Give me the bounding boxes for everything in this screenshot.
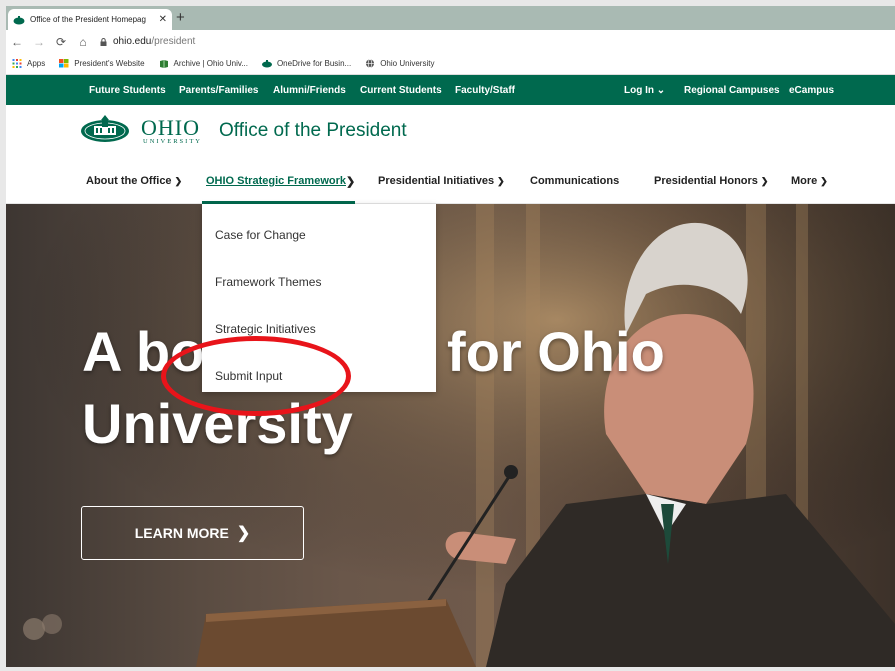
browser-tab[interactable]: Office of the President Homepag ✕ xyxy=(8,9,172,30)
dropdown-item-strategic-initiatives[interactable]: Strategic Initiatives xyxy=(215,322,316,336)
chevron-down-icon: ❯ xyxy=(497,176,505,186)
dropdown-item-framework-themes[interactable]: Framework Themes xyxy=(215,275,321,289)
ohio-seal-icon xyxy=(261,60,272,68)
dropdown-item-case-for-change[interactable]: Case for Change xyxy=(215,228,306,242)
annotation-highlight-ellipse xyxy=(161,336,351,416)
browser-window: Office of the President Homepag ✕ + ← → … xyxy=(6,6,895,667)
learn-more-label: LEARN MORE xyxy=(134,525,229,541)
tab-close-icon[interactable]: ✕ xyxy=(159,14,167,25)
site-title[interactable]: Office of the President xyxy=(219,120,407,142)
chevron-down-icon: ❯ xyxy=(760,176,769,186)
bookmark-label: Apps xyxy=(27,59,46,68)
tab-title: Office of the President Homepag xyxy=(30,15,146,24)
nav-label: About the Office xyxy=(86,175,172,187)
utility-nav: Future Students Parents/Families Alumni/… xyxy=(6,75,895,105)
url-host: ohio.edu xyxy=(113,36,152,47)
ohio-seal-favicon-icon xyxy=(13,15,25,24)
learn-more-button[interactable]: LEARN MORE ❯ xyxy=(81,506,304,560)
hero-banner: A bold vision for Ohio University LEARN … xyxy=(6,204,895,667)
nav-item-ohio-strategic-framework[interactable]: OHIO Strategic Framework xyxy=(206,175,346,187)
util-link-future-students[interactable]: Future Students xyxy=(89,85,166,96)
nav-label: Presidential Honors xyxy=(654,175,758,187)
tab-strip: Office of the President Homepag ✕ + xyxy=(6,6,895,30)
bookmark-presidents-website[interactable]: President's Website xyxy=(59,59,145,68)
new-tab-icon[interactable]: + xyxy=(176,9,185,27)
ohio-university-seal-logo[interactable] xyxy=(80,113,130,143)
login-link[interactable]: Log In ⌄ xyxy=(624,85,665,96)
bookmark-onedrive[interactable]: OneDrive for Busin... xyxy=(261,59,352,68)
chevron-down-icon: ❯ xyxy=(174,176,183,186)
nav-label: Communications xyxy=(530,175,620,187)
chevron-right-icon: ❯ xyxy=(236,525,251,542)
bookmark-label: Archive | Ohio Univ... xyxy=(173,59,248,68)
apps-grid-icon xyxy=(12,59,22,68)
bookmark-apps[interactable]: Apps xyxy=(12,59,45,68)
chevron-down-icon: ❯ xyxy=(820,176,828,186)
chevron-right-icon: ❯ xyxy=(346,176,356,188)
bookmark-label: Ohio University xyxy=(380,59,435,68)
util-link-current-students[interactable]: Current Students xyxy=(360,85,442,96)
bookmark-label: OneDrive for Busin... xyxy=(276,59,352,68)
nav-item-presidential-initiatives[interactable]: Presidential Initiatives ❯ xyxy=(378,175,505,187)
reload-icon[interactable]: ⟳ xyxy=(50,35,72,49)
globe-icon xyxy=(366,59,375,68)
forward-icon[interactable]: → xyxy=(28,35,50,49)
archive-icon xyxy=(159,60,168,68)
address-bar: ← → ⟳ ⌂ ohio.edu/president xyxy=(6,30,895,53)
nav-label: Presidential Initiatives xyxy=(378,175,495,187)
home-icon[interactable]: ⌂ xyxy=(72,35,94,49)
lock-icon xyxy=(100,37,107,46)
bookmark-label: President's Website xyxy=(74,59,145,68)
url-field[interactable]: ohio.edu/president xyxy=(100,36,195,47)
bookmarks-bar: Apps President's Website Archive | Ohio … xyxy=(6,53,895,75)
login-label: Log In xyxy=(624,85,654,96)
util-link-faculty-staff[interactable]: Faculty/Staff xyxy=(455,85,515,96)
back-icon[interactable]: ← xyxy=(6,35,28,49)
main-nav: About the Office ❯ OHIO Strategic Framewo… xyxy=(6,157,895,204)
nav-item-about-the-office[interactable]: About the Office ❯ xyxy=(86,175,182,187)
nav-label: OHIO Strategic Framework xyxy=(206,175,346,187)
nav-label: More xyxy=(791,175,818,187)
nav-item-more[interactable]: More ❯ xyxy=(791,175,828,187)
bookmark-ohio-university[interactable]: Ohio University xyxy=(365,59,434,68)
util-link-ecampus[interactable]: eCampus xyxy=(789,85,834,96)
util-link-parents-families[interactable]: Parents/Families xyxy=(179,85,258,96)
util-link-regional-campuses[interactable]: Regional Campuses xyxy=(684,85,780,96)
brand-header: OHIO UNIVERSITY Office of the President xyxy=(6,105,895,157)
chevron-down-icon: ⌄ xyxy=(656,85,666,96)
university-wordmark: UNIVERSITY xyxy=(143,138,202,145)
windows-logo-icon xyxy=(59,59,69,68)
util-link-alumni-friends[interactable]: Alumni/Friends xyxy=(273,85,346,96)
url-path: /president xyxy=(151,36,196,47)
nav-item-communications[interactable]: Communications xyxy=(530,175,619,187)
bookmark-archive[interactable]: Archive | Ohio Univ... xyxy=(159,59,248,68)
nav-item-presidential-honors[interactable]: Presidential Honors ❯ xyxy=(654,175,768,187)
